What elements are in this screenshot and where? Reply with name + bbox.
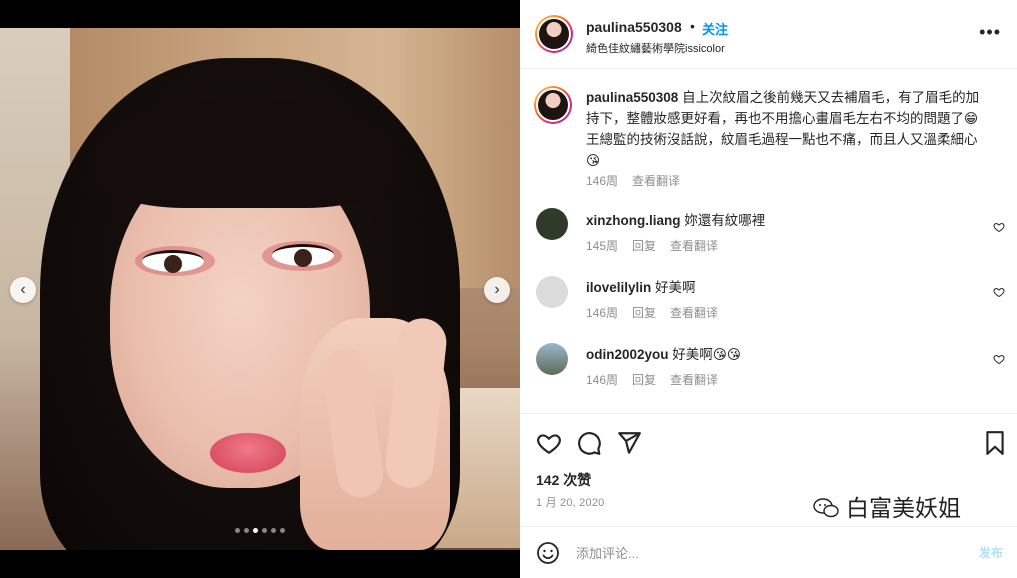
comment-meta: 146周 回复 查看翻译 — [586, 371, 732, 388]
comment-meta: 146周 回复 查看翻译 — [586, 304, 732, 321]
comment-username[interactable]: xinzhong.liang — [586, 213, 681, 228]
post-photo — [0, 28, 520, 550]
carousel-dot[interactable] — [253, 528, 258, 533]
comment-username[interactable]: ilovelilylin — [586, 280, 651, 295]
chevron-left-icon: ‹ — [20, 281, 26, 298]
more-horizontal-icon[interactable]: ••• — [979, 22, 1001, 43]
separator-dot: • — [690, 18, 695, 34]
comment-body: 好美啊😘😘 — [668, 347, 741, 362]
watermark: 白富美妖姐 — [812, 489, 961, 523]
post-comment-button[interactable]: 发布 — [979, 544, 1003, 561]
comment-time[interactable]: 145周 — [586, 239, 618, 253]
comment-time[interactable]: 146周 — [586, 373, 618, 387]
comments-list: paulina550308 自上次紋眉之後前幾天又去補眉毛，有了眉毛的加持下，整… — [520, 70, 1017, 413]
post-side-panel: paulina550308 • 关注 綺色佳紋繡藝術學院issicolor ••… — [520, 0, 1017, 578]
carousel-next-button[interactable]: › — [484, 277, 510, 303]
translate-button[interactable]: 查看翻译 — [670, 373, 718, 387]
send-icon[interactable] — [616, 430, 642, 456]
post-actions: 142 次赞 1 月 20, 2020 白富美妖姐 发布 — [520, 413, 1017, 578]
carousel-dot[interactable] — [271, 528, 276, 533]
comment-time[interactable]: 146周 — [586, 306, 618, 320]
comment-body: 好美啊 — [651, 280, 696, 295]
carousel-dot[interactable] — [235, 528, 240, 533]
carousel-dot[interactable] — [244, 528, 249, 533]
add-comment-input[interactable] — [576, 541, 906, 565]
comment-body: 妳還有紋哪裡 — [680, 213, 766, 228]
carousel-dot[interactable] — [262, 528, 267, 533]
chevron-right-icon: › — [494, 281, 500, 298]
reply-button[interactable]: 回复 — [632, 239, 656, 253]
comment-text: ilovelilylin 好美啊 — [586, 277, 991, 298]
comment-text: odin2002you 好美啊😘😘 — [586, 344, 991, 365]
reply-button[interactable]: 回复 — [632, 306, 656, 320]
wechat-icon — [813, 498, 839, 518]
comment-text: xinzhong.liang 妳還有紋哪裡 — [586, 210, 991, 231]
comment-meta: 145周 回复 查看翻译 — [586, 237, 732, 254]
translate-button[interactable]: 查看翻译 — [670, 239, 718, 253]
comment-icon[interactable] — [576, 430, 602, 456]
caption-text: paulina550308 自上次紋眉之後前幾天又去補眉毛，有了眉毛的加持下，整… — [586, 87, 991, 171]
instagram-post-viewer: ‹ › paulina550308 • 关注 綺色佳紋繡藝術學院issicolo… — [0, 0, 1017, 578]
comment-avatar[interactable] — [536, 343, 568, 375]
bookmark-icon[interactable] — [982, 430, 1008, 456]
carousel-prev-button[interactable]: ‹ — [10, 277, 36, 303]
author-username[interactable]: paulina550308 — [586, 19, 682, 35]
comment-like-heart-icon[interactable] — [993, 353, 1005, 365]
comment-like-heart-icon[interactable] — [993, 221, 1005, 233]
smiley-icon[interactable] — [536, 541, 560, 565]
add-comment-bar: 白富美妖姐 发布 — [520, 496, 1017, 578]
caption-avatar[interactable] — [534, 86, 572, 124]
post-media: ‹ › — [0, 0, 520, 578]
post-header: paulina550308 • 关注 綺色佳紋繡藝術學院issicolor ••… — [520, 0, 1017, 69]
heart-icon[interactable] — [536, 430, 562, 456]
caption-translate[interactable]: 查看翻译 — [632, 174, 680, 188]
author-avatar[interactable] — [535, 15, 573, 53]
post-date[interactable]: 1 月 20, 2020 — [536, 494, 604, 510]
watermark-text: 白富美妖姐 — [846, 496, 961, 522]
location-link[interactable]: 綺色佳紋繡藝術學院issicolor — [586, 40, 725, 56]
likes-count[interactable]: 142 次赞 — [536, 470, 591, 490]
reply-button[interactable]: 回复 — [632, 373, 656, 387]
caption-meta: 146周 查看翻译 — [586, 172, 694, 189]
comment-avatar[interactable] — [536, 208, 568, 240]
carousel-dot[interactable] — [280, 528, 285, 533]
caption-username[interactable]: paulina550308 — [586, 90, 678, 105]
caption-time[interactable]: 146周 — [586, 174, 618, 188]
comment-username[interactable]: odin2002you — [586, 347, 669, 362]
follow-button[interactable]: 关注 — [702, 19, 728, 38]
translate-button[interactable]: 查看翻译 — [670, 306, 718, 320]
carousel-dots — [0, 528, 520, 533]
comment-avatar[interactable] — [536, 276, 568, 308]
comment-like-heart-icon[interactable] — [993, 286, 1005, 298]
